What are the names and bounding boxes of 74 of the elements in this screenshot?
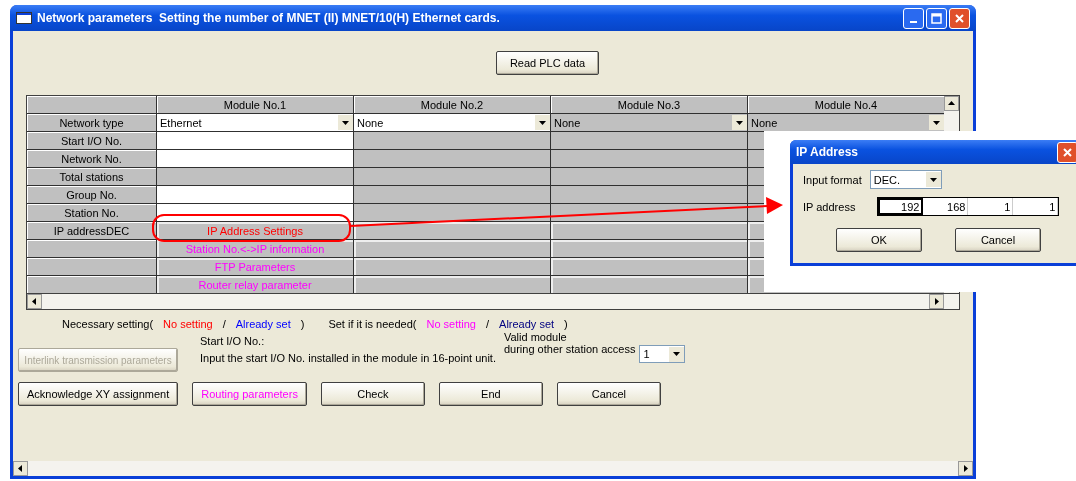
input-field[interactable]: [157, 186, 353, 203]
legend-text: No setting: [163, 318, 213, 330]
caret-icon: [539, 120, 546, 125]
legend-text: No setting: [426, 318, 476, 330]
legend-text: Already set: [499, 318, 555, 330]
ip-octet-field[interactable]: 1: [968, 198, 1014, 215]
row-header: Group No.: [27, 186, 156, 203]
help-title: Start I/O No.:: [200, 335, 266, 347]
legend-text: /: [222, 318, 226, 330]
action-button[interactable]: Cancel: [556, 382, 661, 406]
legend-text: Necessary setting(: [62, 318, 154, 330]
scroll-left-button[interactable]: [27, 294, 42, 309]
network-type-dropdown[interactable]: None: [354, 114, 550, 131]
row-header: IP addressDEC: [27, 222, 156, 239]
arrow-icon: [31, 298, 38, 305]
input-format-dropdown[interactable]: DEC.: [869, 170, 942, 189]
network-type-dropdown[interactable]: Ethernet: [157, 114, 353, 131]
input-field[interactable]: [157, 150, 353, 167]
column-header: Module No.2: [354, 96, 550, 113]
close-icon: [954, 12, 965, 24]
row-header: Station No.: [27, 204, 156, 221]
arrow-icon: [962, 465, 969, 472]
legend-text: ): [300, 318, 305, 330]
legend-text: Already set: [235, 318, 291, 330]
caret-icon: [342, 120, 349, 125]
close-icon: [1062, 146, 1073, 158]
scroll-left-button[interactable]: [13, 461, 28, 476]
input-format-label: Input format: [803, 173, 862, 186]
legend-text: /: [486, 318, 490, 330]
maximize-icon: [931, 12, 942, 24]
action-button[interactable]: Acknowledge XY assignment: [18, 382, 179, 406]
minimize-button[interactable]: [903, 7, 924, 29]
scroll-right-button[interactable]: [958, 461, 973, 476]
legend-text: ): [564, 318, 568, 330]
legend-text: Set if it is needed(: [328, 318, 417, 330]
horizontal-scrollbar[interactable]: [27, 293, 959, 309]
scroll-up-button[interactable]: [944, 96, 959, 111]
ip-octet-field[interactable]: 1: [1013, 198, 1059, 215]
action-button[interactable]: Check: [320, 382, 425, 406]
arrow-icon: [933, 298, 940, 305]
caret-icon: [933, 120, 940, 125]
window-icon: [16, 12, 32, 24]
action-button[interactable]: End: [438, 382, 543, 406]
caret-icon: [673, 352, 681, 356]
row-header: Start I/O No.: [27, 132, 156, 149]
valid-module-dropdown[interactable]: 1: [639, 345, 686, 363]
column-header: Module No.3: [551, 96, 747, 113]
dialog-button[interactable]: OK: [836, 228, 922, 252]
close-button[interactable]: [949, 7, 970, 29]
row-header: Total stations: [27, 168, 156, 185]
column-header: Module No.1: [157, 96, 353, 113]
dialog-button[interactable]: Cancel: [955, 228, 1041, 252]
row-header: Network type: [27, 114, 156, 131]
valid-module-label: Valid module: [503, 331, 568, 343]
help-text: Input the start I/O No. installed in the module in 16-point unit.: [200, 352, 496, 364]
close-button[interactable]: [1057, 141, 1076, 163]
column-header: Module No.4: [748, 96, 944, 113]
window-title: Network parameters Setting the number of MNET (II) MNET/10(H) Ethernet cards.: [37, 11, 501, 25]
minimize-icon: [910, 20, 917, 23]
maximize-button[interactable]: [926, 7, 947, 29]
arrow-icon: [948, 100, 955, 107]
window-scrollbar[interactable]: [13, 461, 973, 476]
ip-octet-field[interactable]: 168: [923, 198, 969, 215]
row-header: Network No.: [27, 150, 156, 167]
arrow-icon: [17, 465, 24, 472]
ip-octet-field[interactable]: 192: [878, 198, 924, 215]
scroll-right-button[interactable]: [929, 294, 944, 309]
dialog-title: IP Address: [796, 145, 860, 159]
caret-icon: [736, 120, 743, 125]
caret-icon: [929, 177, 937, 182]
valid-module-label: during other station access: [503, 343, 636, 355]
read-plc-data-button[interactable]: Read PLC data: [496, 51, 599, 75]
ip-address-label: IP address: [803, 200, 856, 213]
input-field[interactable]: [157, 132, 353, 149]
